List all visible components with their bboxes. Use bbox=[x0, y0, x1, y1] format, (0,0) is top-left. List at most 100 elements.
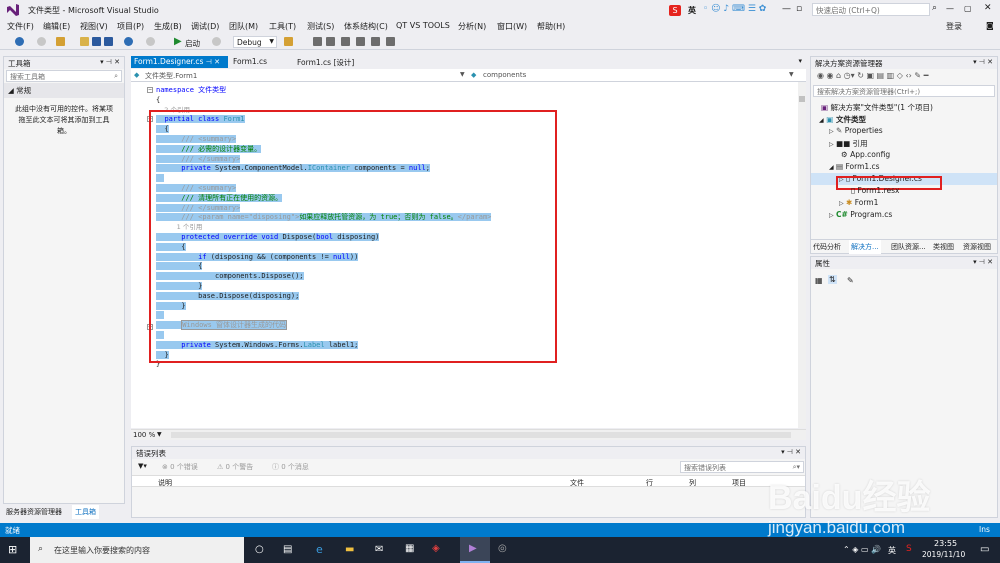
edge-icon[interactable]: e bbox=[316, 543, 323, 556]
refresh-icon[interactable] bbox=[212, 37, 221, 46]
tab-overflow-icon[interactable]: ▾ bbox=[798, 57, 802, 65]
tree-properties[interactable]: ▷ ✎ Properties bbox=[829, 126, 883, 135]
sogou-ime-icon[interactable]: S bbox=[669, 5, 681, 16]
menu-project[interactable]: 项目(P) bbox=[117, 21, 144, 32]
find-icon[interactable] bbox=[284, 37, 293, 46]
tab-form1-designer-view[interactable]: Form1.cs [设计] bbox=[294, 56, 362, 68]
clock-time[interactable]: 23:55 bbox=[934, 539, 957, 548]
save-all-icon[interactable] bbox=[104, 37, 113, 46]
pin-icon[interactable]: ▾ ⊣ ✕ bbox=[100, 58, 120, 66]
tab-resource-view[interactable]: 资源视图 bbox=[963, 242, 991, 252]
app-icon[interactable]: ◎ bbox=[498, 543, 507, 554]
tab-class-view[interactable]: 类视图 bbox=[933, 242, 954, 252]
toolbox-group-general[interactable]: ◢ 常规 bbox=[4, 83, 124, 98]
tab-toolbox[interactable]: 工具箱 bbox=[72, 505, 99, 519]
categorized-icon[interactable]: ▦ bbox=[815, 276, 823, 285]
tab-form1-designer[interactable]: Form1.Designer.cs ⊣ ✕ bbox=[131, 56, 228, 68]
pin-icon[interactable]: ⊣ ✕ bbox=[206, 58, 220, 66]
nav-member-dropdown[interactable]: components bbox=[483, 71, 526, 79]
ime-lang[interactable]: 英 bbox=[688, 5, 696, 16]
undo-icon[interactable] bbox=[124, 37, 133, 46]
column-col[interactable]: 列 bbox=[689, 478, 696, 488]
warnings-filter-button[interactable]: ⚠ 0 个警告 bbox=[217, 462, 253, 472]
menu-build[interactable]: 生成(B) bbox=[154, 21, 182, 32]
visual-studio-taskbar-button[interactable]: ▶ bbox=[460, 537, 490, 563]
errors-filter-button[interactable]: ⊗ 0 个错误 bbox=[162, 462, 198, 472]
tree-form1-resx[interactable]: ▯ Form1.resx bbox=[851, 186, 899, 195]
menu-tools[interactable]: 工具(T) bbox=[269, 21, 296, 32]
start-button-label[interactable]: 启动 bbox=[185, 38, 200, 49]
user-icon[interactable]: ◙ bbox=[986, 21, 994, 30]
notification-icon[interactable]: ▭ bbox=[980, 544, 989, 555]
comment-icon[interactable] bbox=[386, 37, 395, 46]
start-icon[interactable]: ▶ bbox=[174, 36, 182, 47]
menu-test[interactable]: 测试(S) bbox=[307, 21, 334, 32]
open-file-icon[interactable] bbox=[80, 37, 89, 46]
minimize-button[interactable]: — bbox=[782, 4, 791, 14]
pin-icon[interactable]: ▾ ⊣ ✕ bbox=[973, 58, 993, 66]
toolbox-search-input[interactable]: 搜索工具箱 ⌕ bbox=[6, 70, 122, 82]
chevron-down-icon[interactable]: ▼ bbox=[157, 431, 162, 438]
window-maximize-button[interactable]: ▢ bbox=[964, 4, 972, 13]
menu-window[interactable]: 窗口(W) bbox=[497, 21, 527, 32]
menu-edit[interactable]: 编辑(E) bbox=[43, 21, 70, 32]
messages-filter-button[interactable]: ⓘ 0 个消息 bbox=[272, 462, 309, 472]
tab-form1-cs[interactable]: Form1.cs bbox=[230, 56, 292, 68]
quick-launch-input[interactable]: 快速启动 (Ctrl+Q) bbox=[812, 3, 930, 16]
sogou-tray-icon[interactable]: S bbox=[906, 544, 912, 554]
tree-form1-cs[interactable]: ◢ ▤ Form1.cs bbox=[829, 162, 880, 171]
tree-form1-class[interactable]: ▷ ✱ Form1 bbox=[839, 198, 878, 207]
cortana-icon[interactable]: ○ bbox=[255, 544, 264, 555]
tab-solution-explorer[interactable]: 解决方... bbox=[849, 240, 881, 254]
back-icon[interactable] bbox=[15, 37, 24, 46]
indent-icon[interactable] bbox=[371, 37, 380, 46]
menu-view[interactable]: 视图(V) bbox=[80, 21, 108, 32]
tray-icons[interactable]: ⌃ ◈ ▭ 🔊 bbox=[843, 545, 881, 554]
ime-tools-icons[interactable]: ◦ ☺ ♪ ⌨ ☰ ✿ bbox=[703, 4, 766, 14]
solution-toolbar-icons[interactable]: ◉ ◉ ⌂ ◷▾ ↻ ▣ ▤ ▥ ◇ ‹› ✎ ━ bbox=[817, 71, 928, 80]
store-icon[interactable]: ▦ bbox=[405, 543, 414, 554]
login-link[interactable]: 登录 bbox=[946, 21, 962, 32]
toggle-icon[interactable] bbox=[341, 37, 350, 46]
taskbar-search-box[interactable]: ⌕ 在这里输入你要搜索的内容 bbox=[30, 537, 244, 563]
redo-icon[interactable] bbox=[146, 37, 155, 46]
pin-icon[interactable]: ▾ ⊣ ✕ bbox=[973, 258, 993, 266]
tree-program-cs[interactable]: ▷ C# Program.cs bbox=[829, 210, 892, 219]
menu-debug[interactable]: 调试(D) bbox=[191, 21, 219, 32]
column-file[interactable]: 文件 bbox=[570, 478, 584, 488]
close-ime-icon[interactable]: ▫ bbox=[796, 4, 802, 14]
layout-icon[interactable] bbox=[326, 37, 335, 46]
format-icon[interactable] bbox=[356, 37, 365, 46]
forward-icon[interactable] bbox=[37, 37, 46, 46]
new-project-icon[interactable] bbox=[56, 37, 65, 46]
chevron-down-icon[interactable]: ▼ bbox=[460, 71, 465, 78]
column-line[interactable]: 行 bbox=[646, 478, 653, 488]
nav-type-dropdown[interactable]: 文件类型.Form1 bbox=[145, 71, 197, 81]
editor-vertical-scrollbar[interactable] bbox=[798, 82, 806, 428]
menu-analyze[interactable]: 分析(N) bbox=[458, 21, 486, 32]
file-explorer-icon[interactable]: ▬ bbox=[345, 544, 354, 555]
window-minimize-button[interactable]: — bbox=[946, 4, 954, 13]
windows-start-icon[interactable]: ⊞ bbox=[8, 543, 17, 556]
input-language[interactable]: 英 bbox=[888, 545, 896, 556]
save-icon[interactable] bbox=[92, 37, 101, 46]
menu-file[interactable]: 文件(F) bbox=[7, 21, 34, 32]
tree-app-config[interactable]: ⚙ App.config bbox=[841, 150, 890, 159]
alphabetical-icon[interactable]: ⇅ bbox=[828, 275, 837, 284]
clock-date[interactable]: 2019/11/10 bbox=[922, 550, 965, 559]
property-pages-icon[interactable]: ✎ bbox=[847, 276, 854, 285]
app-icon[interactable]: ◈ bbox=[432, 543, 440, 554]
collapse-namespace-icon[interactable]: − bbox=[147, 87, 153, 93]
tree-project[interactable]: ◢ ▣ 文件类型 bbox=[819, 114, 866, 125]
tree-references[interactable]: ▷ ■■ 引用 bbox=[829, 138, 868, 149]
menu-architecture[interactable]: 体系结构(C) bbox=[344, 21, 388, 32]
tab-server-explorer[interactable]: 服务器资源管理器 bbox=[6, 507, 62, 517]
tree-solution[interactable]: ▣ 解决方案"文件类型"(1 个项目) bbox=[821, 102, 933, 113]
task-view-icon[interactable]: ▤ bbox=[283, 544, 292, 555]
filter-icon[interactable]: ▼▾ bbox=[138, 462, 147, 470]
tab-code-analysis[interactable]: 代码分析 bbox=[813, 242, 841, 252]
chevron-down-icon[interactable]: ▼ bbox=[789, 71, 794, 78]
menu-qt-vs-tools[interactable]: QT VS TOOLS bbox=[396, 21, 450, 30]
pin-icon[interactable]: ▾ ⊣ ✕ bbox=[781, 448, 801, 456]
horizontal-scrollbar[interactable] bbox=[171, 432, 791, 438]
